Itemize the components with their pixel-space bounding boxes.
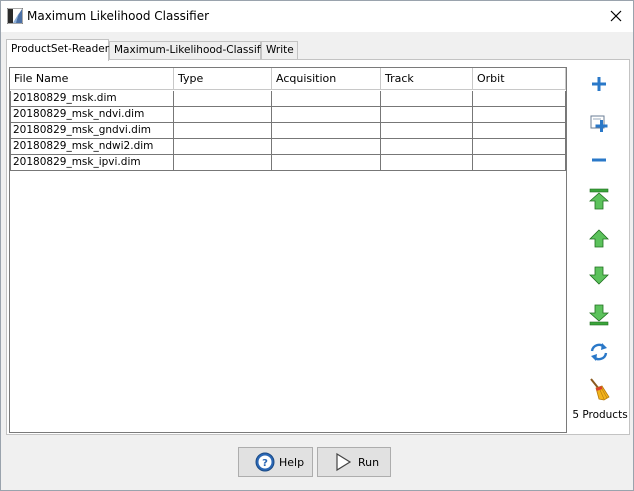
- add-product-button[interactable]: [587, 72, 611, 96]
- move-bottom-icon: [589, 304, 609, 326]
- cell-orbit: [473, 91, 566, 107]
- cell-track: [381, 155, 473, 171]
- cell-type: [174, 139, 272, 155]
- cell-type: [174, 123, 272, 139]
- cell-acquisition: [272, 123, 381, 139]
- cell-acquisition: [272, 107, 381, 123]
- cell-orbit: [473, 155, 566, 171]
- window-title: Maximum Likelihood Classifier: [27, 9, 210, 23]
- refresh-button[interactable]: [587, 340, 611, 364]
- table-row[interactable]: 20180829_msk.dim: [10, 91, 566, 107]
- cell-track: [381, 123, 473, 139]
- run-button[interactable]: Run: [317, 447, 391, 477]
- move-to-bottom-button[interactable]: [587, 303, 611, 327]
- move-down-icon: [589, 266, 609, 285]
- cell-acquisition: [272, 139, 381, 155]
- cell-acquisition: [272, 155, 381, 171]
- productset-reader-panel: File Name Type Acquisition Track Orbit 2…: [6, 59, 630, 435]
- column-header-acquisition[interactable]: Acquisition: [272, 68, 381, 90]
- cell-type: [174, 91, 272, 107]
- svg-text:?: ?: [262, 458, 268, 469]
- cell-file-name: 20180829_msk_ndwi2.dim: [10, 139, 174, 155]
- cell-type: [174, 107, 272, 123]
- tab-productset-reader[interactable]: ProductSet-Reader: [6, 39, 109, 61]
- product-actions-toolbar: 5 Products: [570, 60, 630, 434]
- move-top-icon: [589, 188, 609, 210]
- table-row[interactable]: 20180829_msk_ndvi.dim: [10, 107, 566, 123]
- table-row[interactable]: 20180829_msk_ipvi.dim: [10, 155, 566, 171]
- tab-write[interactable]: Write: [261, 41, 298, 60]
- remove-product-button[interactable]: [587, 148, 611, 172]
- cell-type: [174, 155, 272, 171]
- broom-icon: [590, 378, 610, 401]
- column-header-track[interactable]: Track: [381, 68, 473, 90]
- dialog-window: Maximum Likelihood Classifier ProductSet…: [0, 0, 634, 491]
- cell-file-name: 20180829_msk_gndvi.dim: [10, 123, 174, 139]
- add-icon: [592, 77, 606, 91]
- cell-track: [381, 107, 473, 123]
- column-header-type[interactable]: Type: [174, 68, 272, 90]
- move-down-button[interactable]: [587, 264, 611, 288]
- cell-track: [381, 91, 473, 107]
- product-count-label: 5 Products: [572, 409, 628, 421]
- column-header-orbit[interactable]: Orbit: [473, 68, 566, 90]
- help-button-label: Help: [279, 456, 305, 469]
- clear-products-button[interactable]: [587, 377, 611, 401]
- column-header-file-name[interactable]: File Name: [10, 68, 174, 90]
- move-to-top-button[interactable]: [587, 187, 611, 211]
- close-button[interactable]: [603, 5, 629, 27]
- cell-acquisition: [272, 91, 381, 107]
- remove-icon: [592, 158, 606, 162]
- cell-file-name: 20180829_msk_ndvi.dim: [10, 107, 174, 123]
- add-all-products-button[interactable]: [587, 111, 611, 135]
- table-row[interactable]: 20180829_msk_ndwi2.dim: [10, 139, 566, 155]
- cell-file-name: 20180829_msk.dim: [10, 91, 174, 107]
- cell-orbit: [473, 107, 566, 123]
- table-row[interactable]: 20180829_msk_gndvi.dim: [10, 123, 566, 139]
- help-icon: ?: [255, 452, 275, 472]
- cell-track: [381, 139, 473, 155]
- table-header: File Name Type Acquisition Track Orbit: [10, 68, 566, 90]
- product-table[interactable]: File Name Type Acquisition Track Orbit 2…: [9, 67, 567, 433]
- snap-app-icon: [7, 8, 23, 24]
- refresh-icon: [590, 343, 608, 361]
- add-all-icon: [590, 115, 608, 132]
- move-up-button[interactable]: [587, 226, 611, 250]
- help-button[interactable]: ? Help: [238, 447, 313, 477]
- title-bar: Maximum Likelihood Classifier: [1, 1, 633, 32]
- run-button-label: Run: [358, 456, 380, 469]
- tab-maximum-likelihood-classifier[interactable]: Maximum-Likelihood-Classifier: [109, 41, 274, 60]
- play-icon: [336, 452, 352, 472]
- cell-orbit: [473, 139, 566, 155]
- move-up-icon: [589, 229, 609, 248]
- cell-file-name: 20180829_msk_ipvi.dim: [10, 155, 174, 171]
- close-icon: [610, 10, 622, 22]
- cell-orbit: [473, 123, 566, 139]
